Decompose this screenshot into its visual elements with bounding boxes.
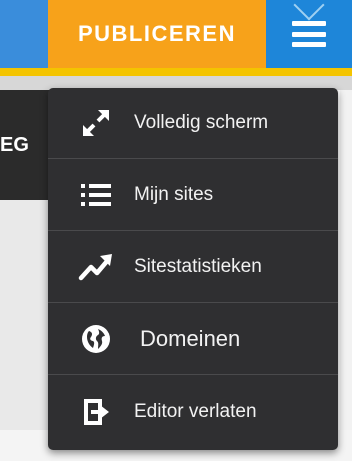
menu-item-label: Volledig scherm <box>134 112 269 133</box>
menu-item-label: Sitestatistieken <box>134 256 262 277</box>
menu-item-label: Mijn sites <box>134 184 214 205</box>
publish-button[interactable]: PUBLICEREN <box>48 0 266 68</box>
toolbar-left-segment <box>0 0 48 68</box>
menu-item-exit-editor[interactable]: Editor verlaten <box>48 376 338 447</box>
dropdown-menu: Volledig scherm Mijn sites Sitestatistie… <box>48 88 338 450</box>
menu-item-my-sites[interactable]: Mijn sites <box>48 160 338 231</box>
globe-icon <box>76 319 116 359</box>
exit-icon <box>76 392 116 432</box>
hamburger-icon <box>292 21 326 47</box>
trend-chart-icon <box>76 247 116 287</box>
list-icon <box>76 175 116 215</box>
top-toolbar: PUBLICEREN <box>0 0 352 68</box>
menu-item-label: Editor verlaten <box>134 400 257 422</box>
page-heading-fragment: EG <box>0 134 29 156</box>
menu-item-site-statistics[interactable]: Sitestatistieken <box>48 232 338 303</box>
page-light-section <box>0 200 50 430</box>
menu-item-fullscreen[interactable]: Volledig scherm <box>48 88 338 159</box>
page-right-edge <box>340 90 352 430</box>
menu-item-label: Domeinen <box>140 326 241 351</box>
menu-item-domains[interactable]: Domeinen <box>48 304 338 375</box>
fullscreen-icon <box>76 103 116 143</box>
accent-strip <box>0 68 352 76</box>
